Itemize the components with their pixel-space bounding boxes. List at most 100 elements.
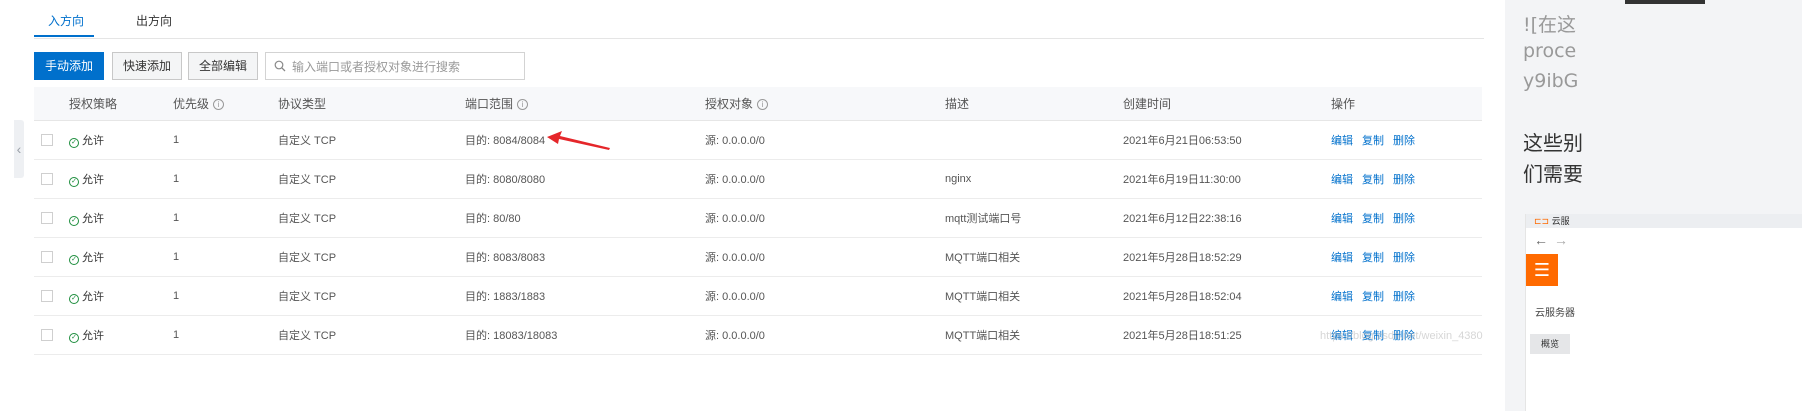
manual-add-button[interactable]: 手动添加 bbox=[34, 52, 104, 80]
header-actions: 操作 bbox=[1331, 87, 1482, 121]
table-header-row: 授权策略 优先级 i 协议类型 端口范围 i 授权对象 i 描述 创建时间 操作 bbox=[34, 87, 1482, 121]
header-select bbox=[34, 87, 69, 121]
info-icon[interactable]: i bbox=[517, 99, 529, 110]
header-description: 描述 bbox=[945, 87, 1123, 121]
edit-link[interactable]: 编辑 bbox=[1331, 135, 1353, 147]
row-checkbox[interactable] bbox=[41, 173, 53, 186]
edit-link[interactable]: 编辑 bbox=[1331, 174, 1353, 186]
adjacent-article-panel: ![在这 proce y9ibG 这些别 们需要 ⊏⊐ 云服 ← → ☰ 云服务… bbox=[1505, 0, 1802, 411]
active-tab-underline bbox=[34, 35, 94, 37]
edit-all-button[interactable]: 全部编辑 bbox=[188, 52, 258, 80]
port-cell: 目的: 80/80 bbox=[465, 198, 705, 238]
priority-cell: 1 bbox=[173, 315, 278, 355]
target-cell: 源: 0.0.0.0/0 bbox=[705, 276, 945, 316]
protocol-cell: 自定义 TCP bbox=[278, 315, 465, 355]
policy-cell: 允许 bbox=[82, 174, 104, 186]
priority-cell: 1 bbox=[173, 159, 278, 199]
edit-link[interactable]: 编辑 bbox=[1331, 291, 1353, 303]
delete-link[interactable]: 删除 bbox=[1393, 135, 1415, 147]
brand-icon: ⊏⊐ bbox=[1534, 216, 1550, 226]
header-policy: 授权策略 bbox=[69, 87, 173, 121]
quick-add-button[interactable]: 快速添加 bbox=[112, 52, 182, 80]
copy-link[interactable]: 复制 bbox=[1362, 291, 1384, 303]
row-checkbox[interactable] bbox=[41, 290, 53, 303]
policy-cell: 允许 bbox=[82, 291, 104, 303]
policy-cell: 允许 bbox=[82, 135, 104, 147]
browser-tab: ⊏⊐ 云服 bbox=[1526, 214, 1802, 228]
protocol-cell: 自定义 TCP bbox=[278, 120, 465, 160]
created-cell: 2021年5月28日18:52:29 bbox=[1123, 237, 1331, 277]
priority-cell: 1 bbox=[173, 198, 278, 238]
embedded-screenshot: ⊏⊐ 云服 ← → ☰ 云服务器 概览 bbox=[1525, 214, 1802, 411]
description-cell bbox=[945, 120, 1123, 160]
priority-cell: 1 bbox=[173, 276, 278, 316]
protocol-cell: 自定义 TCP bbox=[278, 159, 465, 199]
hamburger-icon[interactable]: ☰ bbox=[1526, 254, 1558, 286]
target-cell: 源: 0.0.0.0/0 bbox=[705, 120, 945, 160]
article-text: 们需要 bbox=[1523, 162, 1583, 186]
policy-cell: 允许 bbox=[82, 252, 104, 264]
table-row: ✓ 允许 1 自定义 TCP 目的: 8083/8083 源: 0.0.0.0/0… bbox=[34, 237, 1482, 277]
actions-cell: 编辑 复制 删除 bbox=[1331, 159, 1482, 199]
priority-cell: 1 bbox=[173, 120, 278, 160]
copy-link[interactable]: 复制 bbox=[1362, 213, 1384, 225]
check-circle-icon: ✓ bbox=[69, 177, 79, 187]
markdown-line: ![在这 bbox=[1523, 14, 1577, 36]
markdown-line: y9ibG bbox=[1523, 70, 1579, 92]
port-cell: 目的: 1883/1883 bbox=[465, 276, 705, 316]
row-checkbox[interactable] bbox=[41, 329, 53, 342]
copy-link[interactable]: 复制 bbox=[1362, 135, 1384, 147]
header-priority: 优先级 i bbox=[173, 87, 278, 121]
row-checkbox[interactable] bbox=[41, 212, 53, 225]
delete-link[interactable]: 删除 bbox=[1393, 252, 1415, 264]
tab-outbound[interactable]: 出方向 bbox=[136, 12, 172, 36]
delete-link[interactable]: 删除 bbox=[1393, 174, 1415, 186]
row-checkbox[interactable] bbox=[41, 134, 53, 147]
top-bar-strip bbox=[1625, 0, 1705, 4]
edit-link[interactable]: 编辑 bbox=[1331, 213, 1353, 225]
protocol-cell: 自定义 TCP bbox=[278, 198, 465, 238]
mini-nav-item[interactable]: 概览 bbox=[1530, 334, 1570, 354]
header-target: 授权对象 i bbox=[705, 87, 945, 121]
search-icon bbox=[274, 60, 286, 72]
search-input[interactable] bbox=[290, 56, 520, 78]
check-circle-icon: ✓ bbox=[69, 216, 79, 226]
delete-link[interactable]: 删除 bbox=[1393, 291, 1415, 303]
delete-link[interactable]: 删除 bbox=[1393, 213, 1415, 225]
priority-cell: 1 bbox=[173, 237, 278, 277]
copy-link[interactable]: 复制 bbox=[1362, 252, 1384, 264]
markdown-line: proce bbox=[1523, 40, 1577, 62]
mini-nav-label: 云服务器 bbox=[1535, 308, 1575, 319]
tab-inbound[interactable]: 入方向 bbox=[48, 12, 84, 36]
direction-tabs: 入方向 出方向 bbox=[34, 0, 1484, 39]
security-rules-table: 授权策略 优先级 i 协议类型 端口范围 i 授权对象 i 描述 创建时间 操作 ✓ 允… bbox=[34, 87, 1482, 355]
target-cell: 源: 0.0.0.0/0 bbox=[705, 159, 945, 199]
created-cell: 2021年5月28日18:52:04 bbox=[1123, 276, 1331, 316]
port-cell: 目的: 18083/18083 bbox=[465, 315, 705, 355]
row-checkbox[interactable] bbox=[41, 251, 53, 264]
target-cell: 源: 0.0.0.0/0 bbox=[705, 237, 945, 277]
search-box bbox=[265, 52, 525, 80]
back-arrow-icon[interactable]: ← bbox=[1534, 232, 1548, 248]
info-icon[interactable]: i bbox=[213, 99, 225, 110]
header-port: 端口范围 i bbox=[465, 87, 705, 121]
edit-link[interactable]: 编辑 bbox=[1331, 252, 1353, 264]
actions-cell: 编辑 复制 删除 bbox=[1331, 120, 1482, 160]
policy-cell: 允许 bbox=[82, 330, 104, 342]
browser-nav: ← → bbox=[1526, 230, 1802, 252]
actions-cell: 编辑 复制 删除 bbox=[1331, 237, 1482, 277]
forward-arrow-icon[interactable]: → bbox=[1554, 232, 1568, 248]
target-cell: 源: 0.0.0.0/0 bbox=[705, 315, 945, 355]
target-cell: 源: 0.0.0.0/0 bbox=[705, 198, 945, 238]
info-icon[interactable]: i bbox=[757, 99, 769, 110]
port-cell: 目的: 8083/8083 bbox=[465, 237, 705, 277]
check-circle-icon: ✓ bbox=[69, 294, 79, 304]
chevron-left-icon: ‹ bbox=[16, 141, 22, 157]
port-cell: 目的: 8080/8080 bbox=[465, 159, 705, 199]
copy-link[interactable]: 复制 bbox=[1362, 174, 1384, 186]
table-row: ✓ 允许 1 自定义 TCP 目的: 18083/18083 源: 0.0.0.0… bbox=[34, 315, 1482, 355]
header-protocol: 协议类型 bbox=[278, 87, 465, 121]
collapse-sidebar-button[interactable]: ‹ bbox=[14, 120, 24, 178]
check-circle-icon: ✓ bbox=[69, 138, 79, 148]
description-cell: mqtt测试端口号 bbox=[945, 198, 1123, 238]
